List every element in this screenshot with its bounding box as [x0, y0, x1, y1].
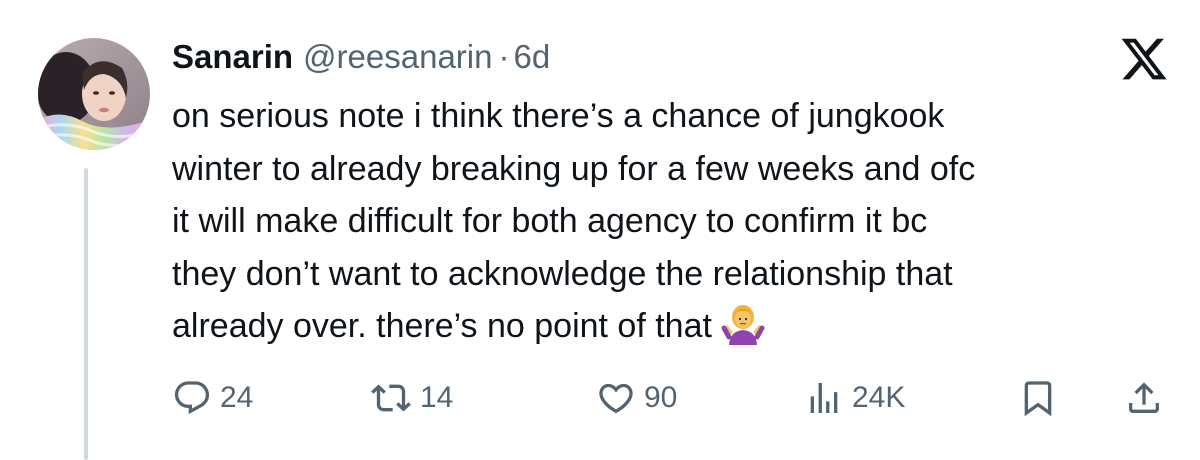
like-button[interactable]: 90 [596, 370, 677, 426]
action-bar: 24 14 90 24K [0, 370, 1200, 426]
tweet-text-line-last: already over. there’s no point of that [172, 300, 1182, 353]
tweet: Sanarin @reesanarin · 6d on serious note… [0, 0, 1200, 460]
tweet-header: Sanarin @reesanarin · 6d [172, 34, 550, 80]
repost-count: 14 [420, 381, 454, 414]
bookmark-icon [1018, 378, 1058, 418]
avatar[interactable] [38, 38, 150, 150]
share-icon [1124, 378, 1164, 418]
tweet-text-line: it will make difficult for both agency t… [172, 202, 928, 240]
bookmark-button[interactable] [1018, 370, 1058, 426]
display-name[interactable]: Sanarin [172, 34, 293, 80]
views-button[interactable]: 24K [804, 370, 905, 426]
tweet-text: on serious note i think there’s a chance… [172, 90, 1182, 353]
repost-button[interactable]: 14 [370, 370, 453, 426]
heart-icon [596, 378, 636, 418]
x-logo-icon [1118, 34, 1170, 84]
reply-button[interactable]: 24 [172, 370, 253, 426]
like-count: 90 [644, 381, 678, 414]
timestamp[interactable]: 6d [513, 34, 550, 80]
reply-count: 24 [220, 381, 254, 414]
share-button[interactable] [1124, 370, 1164, 426]
views-icon [804, 378, 844, 418]
reply-icon [172, 378, 212, 418]
tweet-text-line: on serious note i think there’s a chance… [172, 97, 945, 135]
person-shrugging-emoji [720, 301, 766, 347]
user-handle[interactable]: @reesanarin [303, 34, 492, 80]
repost-icon [370, 378, 412, 418]
tweet-text-line: winter to already breaking up for a few … [172, 149, 976, 188]
tweet-text-line: already over. there’s no point of that [172, 307, 712, 345]
tweet-text-line: they don’t want to acknowledge the relat… [172, 254, 953, 293]
views-count: 24K [852, 381, 906, 414]
separator-dot: · [498, 38, 510, 75]
